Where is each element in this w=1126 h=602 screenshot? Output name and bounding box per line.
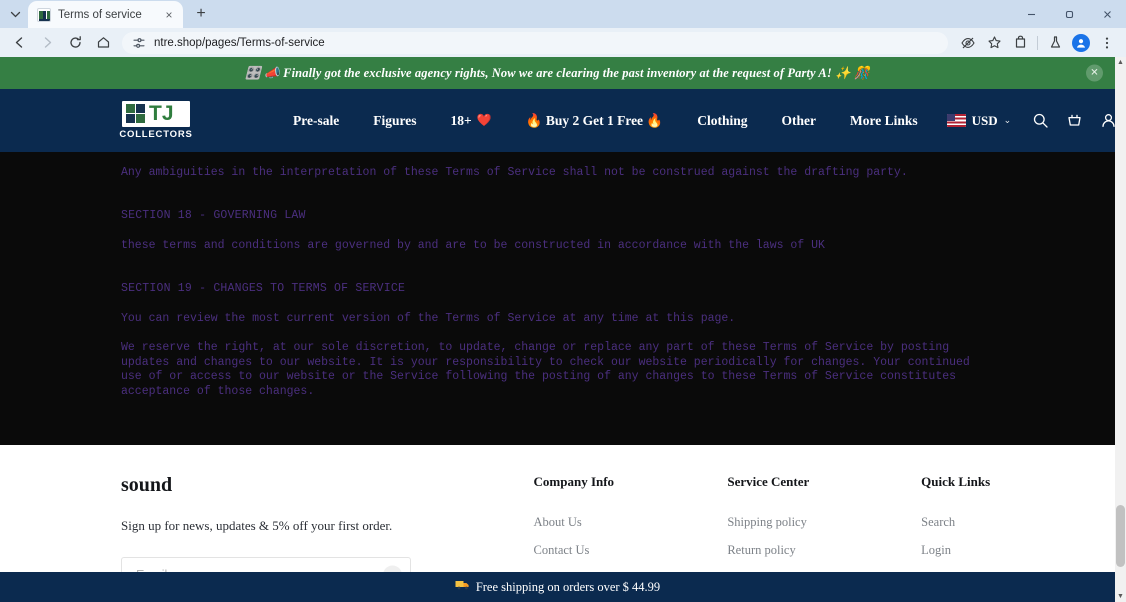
- heart-icon: ❤️: [476, 113, 492, 127]
- reload-icon[interactable]: [62, 30, 88, 56]
- site-header: TJ COLLECTORS Pre-sale Figures 18+ ❤️ 🔥 B…: [0, 89, 1115, 152]
- header-actions: USD ⌄: [935, 104, 1115, 138]
- nav-label: 🔥 Buy 2 Get 1 Free 🔥: [525, 112, 664, 128]
- site-logo[interactable]: TJ COLLECTORS: [119, 101, 193, 140]
- profile-avatar-icon[interactable]: [1068, 30, 1094, 56]
- nav-label: Figures: [373, 112, 417, 128]
- address-bar-url: ntre.shop/pages/Terms-of-service: [154, 36, 325, 49]
- free-shipping-bar: Free shipping on orders over $ 44.99: [0, 572, 1115, 602]
- bookmark-star-icon[interactable]: [981, 30, 1007, 56]
- announcement-text: 🎛️ 📣 Finally got the exclusive agency ri…: [245, 65, 870, 80]
- toolbar-divider: [1037, 35, 1038, 50]
- terms-document: Any ambiguities in the interpretation of…: [121, 166, 1001, 399]
- terms-paragraph: Any ambiguities in the interpretation of…: [121, 166, 908, 179]
- free-shipping-text: Free shipping on orders over $ 44.99: [475, 579, 661, 594]
- footer-column-heading: Service Center: [727, 474, 810, 489]
- page-settings-icon: [133, 37, 145, 48]
- logo-text: TJ: [149, 102, 174, 125]
- nav-item-figures[interactable]: Figures: [356, 113, 433, 129]
- footer-link-about-us[interactable]: About Us: [534, 515, 728, 530]
- back-icon[interactable]: [6, 30, 32, 56]
- home-icon[interactable]: [90, 30, 116, 56]
- nav-label: Pre-sale: [293, 112, 340, 128]
- browser-tab[interactable]: Terms of service ×: [28, 1, 183, 28]
- window-maximize-button[interactable]: [1050, 0, 1088, 28]
- footer-column-heading: Company Info: [533, 474, 615, 489]
- tab-close-icon[interactable]: ×: [161, 7, 177, 23]
- announcement-close-icon[interactable]: ✕: [1086, 64, 1103, 82]
- announcement-bar: 🎛️ 📣 Finally got the exclusive agency ri…: [0, 57, 1115, 89]
- nav-label: Other: [781, 112, 817, 128]
- page-scrollbar[interactable]: ▲ ▼: [1115, 57, 1126, 602]
- tab-title: Terms of service: [58, 8, 142, 21]
- browser-toolbar: ntre.shop/pages/Terms-of-service: [0, 28, 1126, 57]
- nav-label: Clothing: [697, 112, 748, 128]
- nav-item-pre-sale[interactable]: Pre-sale: [276, 113, 356, 129]
- truck-icon: [455, 578, 470, 596]
- footer-link-login[interactable]: Login: [921, 543, 1115, 558]
- nav-label: More Links: [850, 112, 918, 128]
- scrollbar-thumb[interactable]: [1116, 505, 1125, 567]
- main-navigation: Pre-sale Figures 18+ ❤️ 🔥 Buy 2 Get 1 Fre…: [276, 113, 935, 129]
- labs-flask-icon[interactable]: [1042, 30, 1068, 56]
- browser-menu-icon[interactable]: [1094, 30, 1120, 56]
- newsletter-subtitle: Sign up for news, updates & 5% off your …: [121, 518, 393, 533]
- nav-item-buy-2-get-1-free[interactable]: 🔥 Buy 2 Get 1 Free 🔥: [509, 113, 681, 129]
- nav-item-other[interactable]: Other: [765, 113, 834, 129]
- forward-icon: [34, 30, 60, 56]
- footer-link-search[interactable]: Search: [921, 515, 1115, 530]
- chevron-down-icon: ⌄: [1003, 115, 1012, 125]
- currency-label: USD: [971, 112, 998, 128]
- address-bar[interactable]: ntre.shop/pages/Terms-of-service: [122, 31, 948, 54]
- scrollbar-up-icon[interactable]: ▲: [1115, 57, 1126, 68]
- footer-link-contact-us[interactable]: Contact Us: [534, 543, 728, 558]
- newsletter-title: sound: [121, 474, 173, 496]
- browser-window: Terms of service × + ntre.shop/pages/Ter…: [0, 0, 1126, 602]
- tab-strip: Terms of service × +: [0, 0, 1126, 28]
- nav-item-more-links[interactable]: More Links: [833, 113, 935, 129]
- tab-favicon-icon: [37, 7, 51, 22]
- logo-subtitle: COLLECTORS: [119, 129, 193, 140]
- currency-selector[interactable]: USD ⌄: [935, 113, 1024, 129]
- cart-icon[interactable]: [1057, 104, 1091, 138]
- account-icon[interactable]: [1091, 104, 1115, 138]
- terms-section-heading: SECTION 18 - GOVERNING LAW: [121, 208, 306, 222]
- footer-link-shipping-policy[interactable]: Shipping policy: [727, 515, 921, 530]
- scrollbar-down-icon[interactable]: ▼: [1115, 591, 1126, 602]
- nav-item-clothing[interactable]: Clothing: [680, 113, 764, 129]
- window-controls: [1012, 0, 1126, 28]
- terms-paragraph: We reserve the right, at our sole discre…: [121, 340, 970, 398]
- us-flag-icon: [946, 114, 966, 127]
- window-minimize-button[interactable]: [1012, 0, 1050, 28]
- terms-paragraph: these terms and conditions are governed …: [121, 239, 825, 253]
- page-viewport: 🎛️ 📣 Finally got the exclusive agency ri…: [0, 57, 1115, 602]
- page-main: Any ambiguities in the interpretation of…: [0, 152, 1115, 445]
- logo-mark-icon: TJ: [122, 101, 190, 127]
- terms-section-heading: SECTION 19 - CHANGES TO TERMS OF SERVICE: [121, 281, 406, 295]
- new-tab-button[interactable]: +: [188, 1, 214, 27]
- footer-column-heading: Quick Links: [921, 474, 991, 489]
- toolbar-actions: [955, 30, 1120, 56]
- tab-search-icon[interactable]: [2, 1, 28, 27]
- tracking-protection-icon[interactable]: [955, 30, 981, 56]
- nav-label: 18+: [450, 112, 472, 128]
- nav-item-18plus[interactable]: 18+ ❤️: [433, 113, 508, 129]
- window-close-button[interactable]: [1088, 0, 1126, 28]
- footer-link-return-policy[interactable]: Return policy: [727, 543, 921, 558]
- extensions-icon[interactable]: [1007, 30, 1033, 56]
- terms-paragraph: You can review the most current version …: [121, 312, 736, 326]
- search-icon[interactable]: [1023, 104, 1057, 138]
